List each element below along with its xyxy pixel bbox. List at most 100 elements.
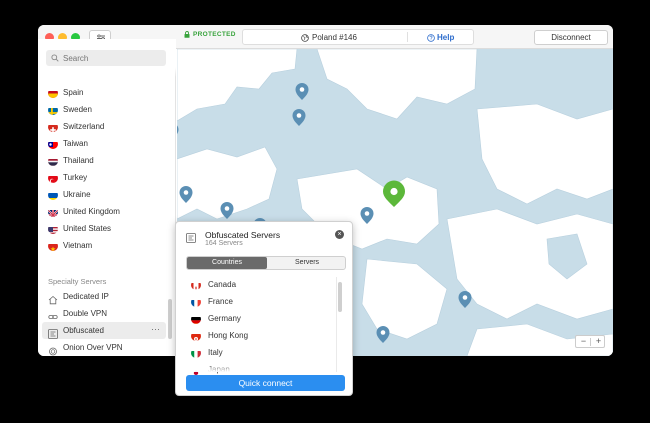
germany-flag-icon — [191, 314, 201, 324]
popover-country-hongkong[interactable]: Hong Kong — [176, 327, 336, 344]
landmass — [476, 103, 613, 205]
divider — [407, 32, 408, 42]
landmass — [176, 48, 298, 122]
obfuscated-servers-popover: Obfuscated Servers 164 Servers × Countri… — [175, 221, 353, 396]
sidebar-specialty-onion-over-vpn[interactable]: Onion Over VPN — [38, 339, 168, 356]
connection-info: Poland #146 Help — [242, 29, 474, 45]
obfuscated-icon — [48, 326, 58, 339]
sweden-flag-icon — [48, 105, 58, 115]
sidebar-country-label: Sweden — [63, 105, 92, 114]
turkey-flag-icon — [48, 173, 58, 183]
popover-country-france[interactable]: France — [176, 293, 336, 310]
sidebar-country-label: Switzerland — [63, 122, 105, 131]
sidebar-specialty-dedicated-ip[interactable]: Dedicated IP — [38, 288, 168, 305]
usa-flag-icon — [48, 224, 58, 234]
globe-icon — [301, 33, 309, 42]
home-icon — [48, 292, 58, 305]
sidebar-country-label: United Kingdom — [63, 207, 120, 216]
sidebar-country-turkey[interactable]: Turkey — [38, 169, 176, 186]
hongkong-flag-icon — [191, 331, 201, 341]
help-icon — [427, 33, 435, 42]
france-flag-icon — [191, 297, 201, 307]
disconnect-button[interactable]: Disconnect — [534, 30, 608, 45]
popover-country-label: Italy — [208, 348, 223, 357]
sidebar-scrollbar[interactable] — [168, 79, 172, 349]
popover-country-germany[interactable]: Germany — [176, 310, 336, 327]
landmass — [446, 208, 613, 320]
popover-title: Obfuscated Servers — [205, 230, 281, 240]
italy-flag-icon — [191, 348, 201, 358]
server-pin-icon[interactable] — [295, 83, 309, 100]
current-server[interactable]: Poland #146 — [301, 33, 357, 42]
popover-country-canada[interactable]: Canada — [176, 276, 336, 293]
sidebar: Spain Sweden Switzerland Taiwan Thailand Turk… — [38, 39, 176, 356]
sidebar-specialty-label: Dedicated IP — [63, 292, 109, 301]
popover-tabs: Countries Servers — [186, 256, 346, 270]
landmass — [361, 258, 448, 340]
search-box — [38, 39, 176, 81]
popover-scroll-track — [336, 277, 337, 372]
server-pin-icon[interactable] — [292, 109, 306, 126]
sidebar-country-spain[interactable]: Spain — [38, 84, 176, 101]
sidebar-specialty-label: Obfuscated — [63, 326, 104, 335]
zoom-in-button[interactable]: + — [591, 335, 606, 348]
help-label: Help — [437, 33, 455, 42]
taiwan-flag-icon — [48, 139, 58, 149]
sidebar-country-usa[interactable]: United States — [38, 220, 176, 237]
sidebar-country-taiwan[interactable]: Taiwan — [38, 135, 176, 152]
server-pin-icon[interactable] — [376, 326, 390, 343]
sidebar-country-uk[interactable]: United Kingdom — [38, 203, 176, 220]
canada-flag-icon — [191, 280, 201, 290]
protection-status: PROTECTED — [184, 31, 236, 38]
spain-flag-icon — [48, 88, 58, 98]
obfuscated-icon — [186, 233, 196, 243]
sidebar-country-label: Taiwan — [63, 139, 88, 148]
sidebar-country-vietnam[interactable]: Vietnam — [38, 237, 176, 254]
zoom-control: − + — [575, 335, 605, 348]
vietnam-flag-icon — [48, 241, 58, 251]
popover-subtitle: 164 Servers — [205, 240, 243, 247]
sidebar-country-thailand[interactable]: Thailand — [38, 152, 176, 169]
sidebar-country-label: United States — [63, 224, 112, 233]
help-button[interactable]: Help — [427, 33, 454, 42]
popover-scrollbar[interactable] — [338, 282, 342, 312]
specialty-servers-heading: Specialty Servers — [48, 277, 107, 286]
sidebar-specialty-double-vpn[interactable]: Double VPN — [38, 305, 168, 322]
popover-country-italy[interactable]: Italy — [176, 344, 336, 361]
zoom-out-button[interactable]: − — [576, 335, 591, 348]
sidebar-specialty-label: Double VPN — [63, 309, 108, 318]
link-icon — [48, 309, 58, 319]
tab-servers[interactable]: Servers — [267, 257, 347, 269]
server-pin-icon[interactable] — [165, 123, 179, 140]
sidebar-country-label: Turkey — [63, 173, 88, 182]
list-fade — [176, 364, 336, 372]
popover-country-label: Canada — [208, 280, 237, 289]
sidebar-scroll-thumb[interactable] — [168, 299, 172, 339]
search-input[interactable] — [46, 50, 166, 66]
sidebar-country-ukraine[interactable]: Ukraine — [38, 186, 176, 203]
popover-country-label: France — [208, 297, 233, 306]
popover-country-label: Hong Kong — [208, 331, 249, 340]
sidebar-country-switzerland[interactable]: Switzerland — [38, 118, 176, 135]
thailand-flag-icon — [48, 156, 58, 166]
more-options-button[interactable]: ··· — [151, 324, 160, 334]
onion-icon — [48, 343, 58, 356]
popover-country-label: Germany — [208, 314, 241, 323]
server-pin-icon[interactable] — [458, 291, 472, 308]
search-icon — [51, 54, 59, 62]
close-icon[interactable]: × — [335, 230, 344, 239]
sidebar-country-sweden[interactable]: Sweden — [38, 101, 176, 118]
sidebar-country-label: Thailand — [63, 156, 94, 165]
quick-connect-button[interactable]: Quick connect — [186, 375, 345, 391]
sidebar-specialty-label: Onion Over VPN — [63, 343, 123, 352]
switzerland-flag-icon — [48, 122, 58, 132]
ukraine-flag-icon — [48, 190, 58, 200]
protection-status-label: PROTECTED — [193, 31, 236, 38]
sidebar-country-label: Spain — [63, 88, 84, 97]
lock-icon — [184, 31, 190, 38]
uk-flag-icon — [48, 207, 58, 217]
sidebar-country-label: Ukraine — [63, 190, 91, 199]
current-server-label: Poland #146 — [312, 33, 357, 42]
sidebar-specialty-obfuscated[interactable]: Obfuscated ··· — [42, 322, 166, 339]
tab-countries[interactable]: Countries — [187, 257, 267, 269]
